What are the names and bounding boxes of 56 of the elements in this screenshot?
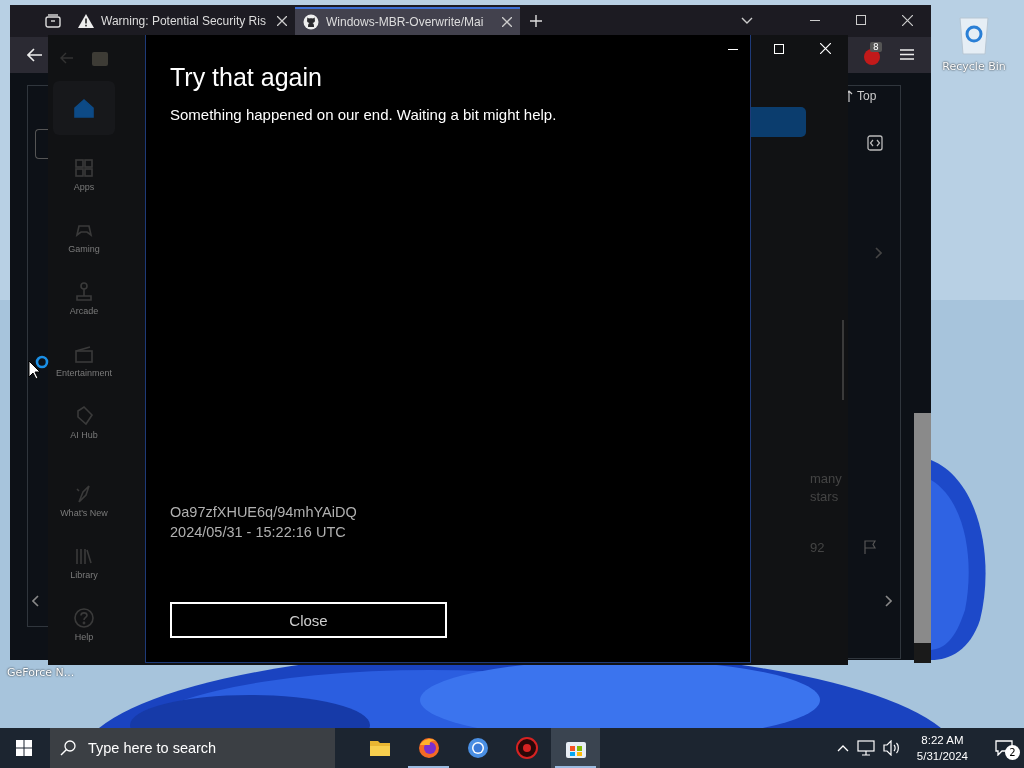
error-code: Oa97zfXHUE6q/94mhYAiDQ — [170, 503, 358, 522]
notification-count: 2 — [1005, 745, 1020, 760]
home-icon — [73, 97, 95, 119]
clock-date[interactable]: 5/31/2024 — [916, 748, 968, 764]
help-icon — [73, 606, 95, 629]
nav-item[interactable]: Apps — [53, 143, 115, 205]
minimize-icon[interactable] — [810, 20, 820, 22]
taskbar-app[interactable] — [551, 728, 600, 768]
new-tab-icon[interactable] — [530, 15, 542, 27]
tab-title: Warning: Potential Security Ris — [101, 14, 267, 28]
nav-item[interactable]: What's New — [53, 469, 115, 531]
network-icon[interactable] — [856, 740, 875, 756]
browser-tab[interactable]: Warning: Potential Security Ris — [70, 7, 295, 35]
nav-item[interactable]: Library — [53, 531, 115, 593]
icon-label: GeForce N... — [7, 666, 75, 679]
clock-time[interactable]: 8:22 AM — [921, 732, 964, 748]
menu-icon[interactable] — [900, 49, 914, 60]
close-button[interactable]: Close — [170, 602, 447, 638]
chevron-right-icon[interactable] — [885, 595, 892, 607]
timestamp: 2024/05/31 - 15:22:16 UTC — [170, 523, 347, 542]
extension-button[interactable]: 8 — [863, 44, 883, 64]
apps-icon — [73, 156, 95, 179]
tab-title: Windows-MBR-Overwrite/Mai — [326, 15, 485, 29]
close-icon[interactable] — [902, 15, 913, 26]
joystick-icon — [73, 280, 95, 303]
nav-item[interactable]: Help — [53, 593, 115, 655]
dialog-message: Something happened on our end. Waiting a bit might help. — [170, 106, 558, 123]
top-link[interactable]: Top — [845, 89, 877, 103]
code-icon[interactable] — [867, 135, 883, 151]
search-bar[interactable]: Type here to search — [50, 728, 335, 768]
icon-label: Recycle Bin — [942, 60, 1006, 73]
windows-logo-icon[interactable] — [16, 740, 32, 756]
search-field[interactable]: Type here to search — [86, 739, 330, 757]
message-icon — [995, 740, 1013, 756]
nav-item[interactable]: AI Hub — [53, 391, 115, 453]
close-icon[interactable] — [277, 16, 287, 26]
tab-list-icon[interactable] — [45, 14, 61, 28]
arrow-up-icon — [845, 90, 853, 102]
nav-item[interactable]: Gaming — [53, 205, 115, 267]
maximize-icon[interactable] — [856, 15, 866, 25]
close-icon[interactable] — [502, 17, 512, 27]
warning-icon — [78, 14, 94, 28]
search-icon — [60, 740, 76, 756]
nav-item[interactable]: Arcade — [53, 267, 115, 329]
chevron-down-icon[interactable] — [741, 17, 753, 25]
dialog-title: Try that again — [170, 63, 323, 92]
minimize-icon[interactable] — [728, 49, 738, 51]
browser-tab[interactable]: Windows-MBR-Overwrite/Mai — [295, 7, 520, 35]
extension-badge: 8 — [870, 42, 882, 52]
notification-button[interactable]: 2 — [984, 728, 1024, 768]
chevron-up-icon[interactable] — [836, 744, 849, 752]
volume-icon[interactable] — [882, 740, 901, 756]
scrollbar[interactable] — [842, 320, 844, 400]
nav-item[interactable]: Entertainment — [53, 329, 115, 391]
chevron-left-icon[interactable] — [32, 595, 39, 607]
busy-cursor-icon — [28, 355, 50, 381]
